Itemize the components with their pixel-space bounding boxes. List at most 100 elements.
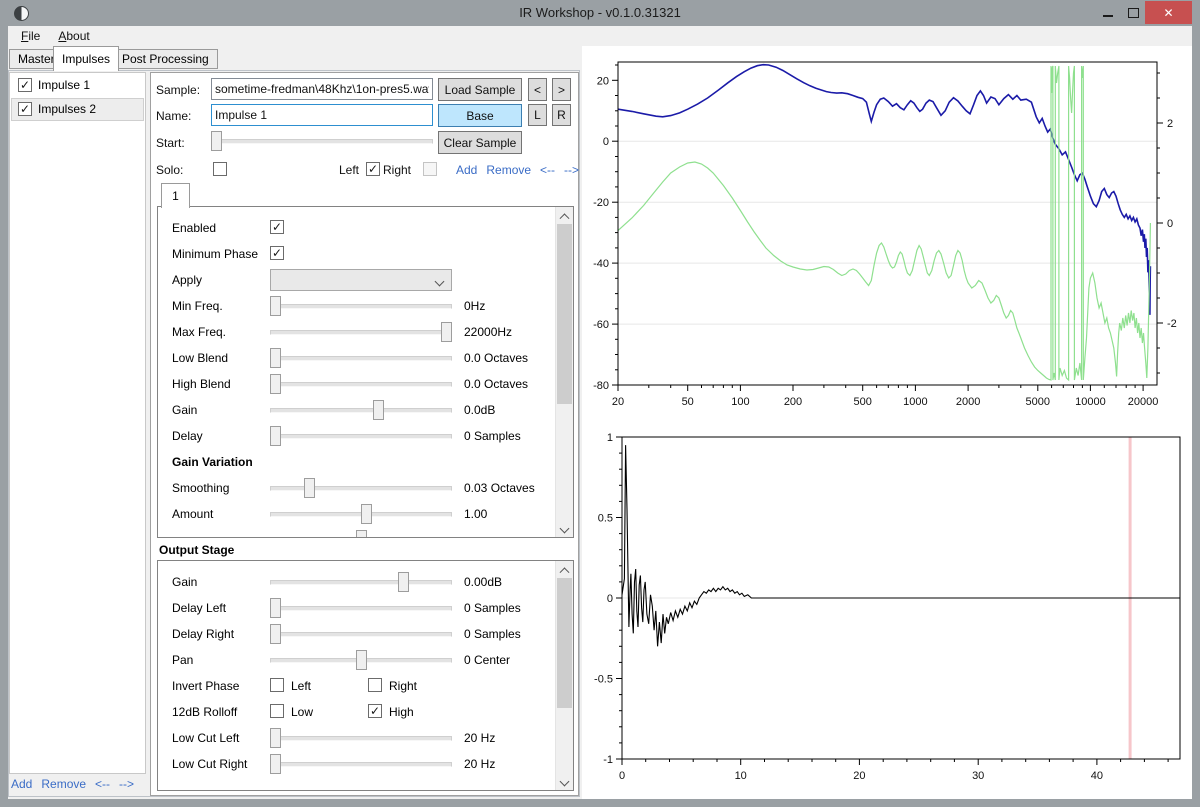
svg-text:0: 0: [603, 136, 609, 148]
start-slider[interactable]: [211, 131, 433, 151]
right-channel-button[interactable]: R: [552, 104, 571, 126]
slider[interactable]: [270, 504, 452, 524]
svg-text:30: 30: [972, 770, 984, 782]
name-label: Name:: [156, 109, 191, 123]
minimize-button[interactable]: [1096, 1, 1120, 24]
scroll-down-icon[interactable]: [556, 520, 573, 537]
slider[interactable]: [270, 530, 452, 538]
slider-thumb[interactable]: [356, 650, 367, 670]
scroll-up-icon[interactable]: [556, 561, 573, 578]
slider-track: [270, 580, 452, 585]
param-row-apply: Apply: [158, 267, 556, 293]
param-label: Min Freq.: [172, 299, 223, 313]
menu-about[interactable]: About: [49, 27, 98, 45]
param-row-smoothing: Smoothing0.03 Octaves: [158, 475, 556, 501]
slider-thumb[interactable]: [211, 131, 222, 151]
slider-thumb[interactable]: [361, 504, 372, 524]
param-value: 0 Samples: [464, 601, 521, 615]
next-sample-button[interactable]: >: [552, 78, 571, 101]
checkbox[interactable]: ✓: [368, 704, 382, 718]
slider-thumb[interactable]: [270, 348, 281, 368]
add-link[interactable]: Add: [11, 777, 32, 791]
remove-link[interactable]: Remove: [41, 777, 86, 791]
base-button[interactable]: Base: [438, 104, 522, 127]
tab-post-processing[interactable]: Post Processing: [113, 49, 218, 69]
param-value: 20 Hz: [464, 731, 495, 745]
slider-thumb[interactable]: [270, 754, 281, 774]
option-label: High: [389, 705, 414, 719]
solo-checkbox[interactable]: [213, 162, 227, 176]
scrollbar[interactable]: [555, 207, 573, 537]
sidebar-item-impulses-2[interactable]: ✓Impulses 2: [11, 98, 144, 121]
slider-thumb[interactable]: [270, 426, 281, 446]
scrollbar-thumb[interactable]: [557, 224, 572, 404]
slider-thumb[interactable]: [304, 478, 315, 498]
slider[interactable]: [270, 478, 452, 498]
slider[interactable]: [270, 296, 452, 316]
menu-file[interactable]: File: [12, 27, 49, 45]
left-checkbox[interactable]: ✓: [366, 162, 380, 176]
slider-thumb[interactable]: [373, 400, 384, 420]
svg-text:-80: -80: [593, 380, 609, 392]
clear-sample-button[interactable]: Clear Sample: [438, 131, 522, 154]
checkbox[interactable]: [368, 678, 382, 692]
sample-path-input[interactable]: [211, 78, 433, 100]
tab-impulses[interactable]: Impulses: [53, 46, 119, 71]
prev-sample-button[interactable]: <: [528, 78, 547, 101]
app-window: IR Workshop - v0.1.0.31321 ✕ FileAbout M…: [0, 0, 1200, 807]
load-sample-button[interactable]: Load Sample: [438, 78, 522, 101]
checkbox[interactable]: ✓: [270, 246, 284, 260]
slider-thumb[interactable]: [356, 530, 367, 538]
slider-thumb[interactable]: [270, 296, 281, 316]
add-link[interactable]: Add: [456, 163, 477, 177]
sidebar-item-impulse-1[interactable]: ✓Impulse 1: [11, 74, 144, 97]
slider[interactable]: [270, 348, 452, 368]
slider[interactable]: [270, 322, 452, 342]
slider[interactable]: [270, 728, 452, 748]
checkbox[interactable]: ✓: [270, 220, 284, 234]
slider[interactable]: [270, 598, 452, 618]
slider-thumb[interactable]: [270, 728, 281, 748]
svg-text:1: 1: [607, 432, 613, 444]
minimize-icon: [1103, 15, 1113, 17]
slider-thumb[interactable]: [398, 572, 409, 592]
checkbox[interactable]: [270, 704, 284, 718]
right-checkbox[interactable]: [423, 162, 437, 176]
right-arrow-link[interactable]: -->: [119, 777, 134, 791]
slider[interactable]: [270, 426, 452, 446]
scroll-down-icon[interactable]: [556, 773, 573, 790]
param-label: 12dB Rolloff: [172, 705, 237, 719]
maximize-button[interactable]: [1121, 1, 1145, 24]
param-row-low-blend: Low Blend0.0 Octaves: [158, 345, 556, 371]
client-area: FileAbout MasterImpulsesPost Processing …: [8, 26, 1192, 799]
slider-thumb[interactable]: [270, 598, 281, 618]
apply-dropdown[interactable]: [270, 269, 452, 291]
right-arrow-link[interactable]: -->: [564, 163, 579, 177]
slider-thumb[interactable]: [270, 374, 281, 394]
scrollbar[interactable]: [555, 561, 573, 790]
slider[interactable]: [270, 572, 452, 592]
solo-label: Solo:: [156, 163, 183, 177]
slider[interactable]: [270, 374, 452, 394]
remove-link[interactable]: Remove: [486, 163, 531, 177]
slider[interactable]: [270, 624, 452, 644]
checkbox[interactable]: ✓: [18, 78, 32, 92]
option-label: Right: [389, 679, 417, 693]
checkbox[interactable]: [270, 678, 284, 692]
slider-thumb[interactable]: [270, 624, 281, 644]
scrollbar-thumb[interactable]: [557, 578, 572, 708]
scroll-up-icon[interactable]: [556, 207, 573, 224]
slider[interactable]: [270, 650, 452, 670]
checkbox[interactable]: ✓: [18, 102, 32, 116]
left-arrow-link[interactable]: <--: [95, 777, 110, 791]
left-channel-button[interactable]: L: [528, 104, 547, 126]
name-input[interactable]: [211, 104, 433, 126]
slider-track: [270, 606, 452, 611]
param-value: 0.0dB: [464, 403, 495, 417]
slider[interactable]: [270, 400, 452, 420]
slider[interactable]: [270, 754, 452, 774]
slider-thumb[interactable]: [441, 322, 452, 342]
impulse-sub-tab-1[interactable]: 1: [161, 183, 190, 208]
left-arrow-link[interactable]: <--: [540, 163, 555, 177]
close-button[interactable]: ✕: [1145, 1, 1192, 24]
